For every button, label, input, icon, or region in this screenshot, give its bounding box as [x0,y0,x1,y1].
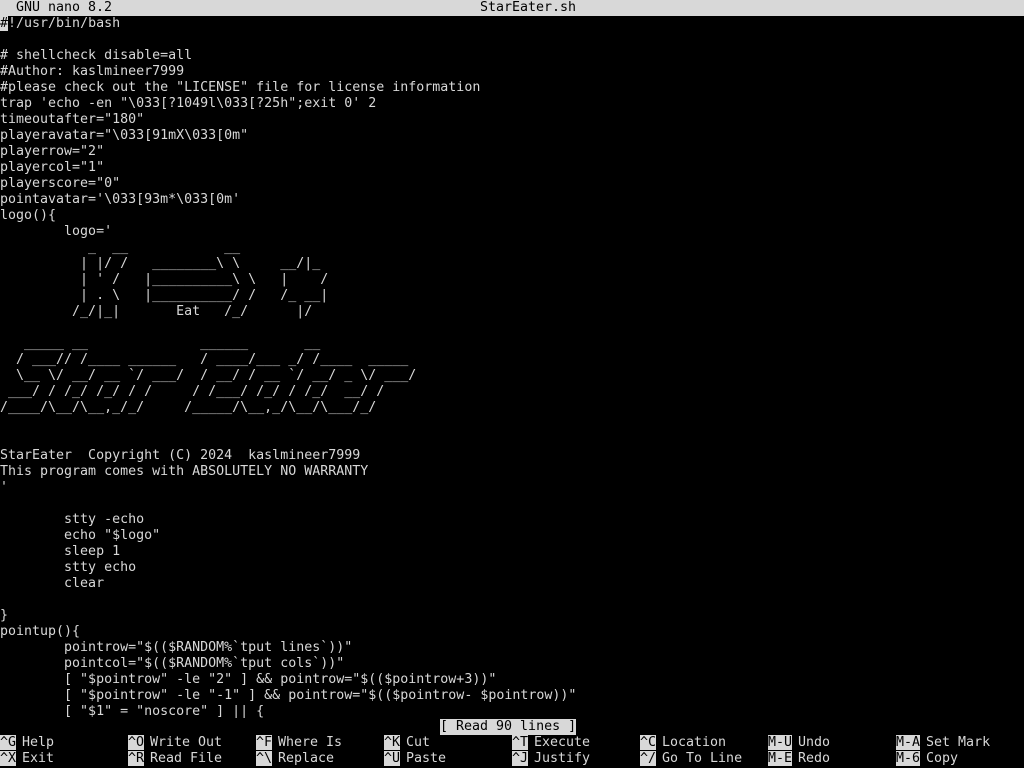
shortcut-key: ^U [384,751,401,766]
code-line[interactable]: #please check out the "LICENSE" file for… [0,80,1024,96]
code-line[interactable]: logo(){ [0,208,1024,224]
shortcut-key: ^/ [640,751,657,766]
shortcut-key: ^T [512,735,529,750]
shortcut-redo[interactable]: M-E Redo [768,751,830,767]
code-line[interactable]: /_/|_| Eat /_/ |/ [0,304,1024,320]
shortcut-key: ^R [128,751,145,766]
code-line[interactable] [0,592,1024,608]
shortcut-label: Location [662,735,727,750]
code-line[interactable]: logo=' [0,224,1024,240]
shortcut-label: Justify [534,751,591,766]
shortcut-cut[interactable]: ^K Cut [384,735,430,751]
code-line[interactable]: [ "$pointrow" -le "2" ] && pointrow="$((… [0,672,1024,688]
code-line[interactable]: pointrow="$(($RANDOM%`tput lines`))" [0,640,1024,656]
file-name: StarEater.sh [479,0,577,15]
code-line[interactable]: | . \ |__________/ / /_ __| [0,288,1024,304]
code-line[interactable]: playeravatar="\033[91mX\033[0m" [0,128,1024,144]
shortcut-go-to-line[interactable]: ^/ Go To Line [640,751,742,767]
code-line[interactable]: sleep 1 [0,544,1024,560]
code-line[interactable]: #!/usr/bin/bash [0,16,1024,32]
shortcut-help[interactable]: ^G Help [0,735,54,751]
code-line[interactable]: _____ __ ______ __ [0,336,1024,352]
shortcut-key: ^K [384,735,401,750]
shortcut-justify[interactable]: ^J Justify [512,751,590,767]
code-line[interactable]: pointcol="$(($RANDOM%`tput cols`))" [0,656,1024,672]
shortcut-key: ^O [128,735,145,750]
code-line[interactable] [0,432,1024,448]
shortcut-label: Paste [406,751,447,766]
code-line[interactable]: #Author: kaslmineer7999 [0,64,1024,80]
shortcut-label: Where Is [278,735,343,750]
code-line[interactable]: \__ \/ __/ __ `/ ___/ / __/ / __ `/ __/ … [0,368,1024,384]
shortcut-label: Replace [278,751,335,766]
text-cursor: # [0,16,9,31]
shortcut-label: Execute [534,735,591,750]
shortcut-label: Copy [926,751,959,766]
shortcut-replace[interactable]: ^\ Replace [256,751,334,767]
code-line[interactable]: playercol="1" [0,160,1024,176]
shortcut-location[interactable]: ^C Location [640,735,726,751]
status-message: [ Read 90 lines ] [440,719,577,735]
shortcut-label: Exit [22,751,55,766]
code-line[interactable]: clear [0,576,1024,592]
shortcut-where-is[interactable]: ^F Where Is [256,735,342,751]
shortcut-label: Help [22,735,55,750]
code-line[interactable]: } [0,608,1024,624]
shortcut-label: Set Mark [926,735,991,750]
code-line[interactable]: stty -echo [0,512,1024,528]
code-line[interactable]: playerrow="2" [0,144,1024,160]
shortcut-write-out[interactable]: ^O Write Out [128,735,222,751]
code-line[interactable]: [ "$1" = "noscore" ] || { [0,704,1024,718]
shortcut-key: ^C [640,735,657,750]
shortcut-key: M-U [768,735,793,750]
nano-title-bar: GNU nano 8.2 StarEater.sh [0,0,1024,16]
shortcut-read-file[interactable]: ^R Read File [128,751,222,767]
shortcut-label: Go To Line [662,751,743,766]
shortcut-key: ^G [0,735,17,750]
code-line[interactable]: # shellcheck disable=all [0,48,1024,64]
code-line[interactable]: stty echo [0,560,1024,576]
code-line[interactable]: ' [0,480,1024,496]
editor-buffer[interactable]: #!/usr/bin/bash # shellcheck disable=all #… [0,16,1024,718]
code-line[interactable]: This program comes with ABSOLUTELY NO WA… [0,464,1024,480]
code-line[interactable]: timeoutafter="180" [0,112,1024,128]
shortcut-exit[interactable]: ^X Exit [0,751,54,767]
shortcut-key: ^F [256,735,273,750]
code-line[interactable]: | ' / |__________\ \ | / [0,272,1024,288]
code-line[interactable] [0,496,1024,512]
shortcut-set-mark[interactable]: M-A Set Mark [896,735,990,751]
shortcut-label: Undo [798,735,831,750]
shortcut-key: M-E [768,751,793,766]
shortcut-key: M-6 [896,751,921,766]
code-line[interactable]: StarEater Copyright (C) 2024 kaslmineer7… [0,448,1024,464]
code-line[interactable]: /____/\__/\__,_/_/ /_____/\__,_/\__/\___… [0,400,1024,416]
code-line-text: !/usr/bin/bash [8,16,121,31]
code-line[interactable]: / ___// /____ ______ / ____/___ _/ /____… [0,352,1024,368]
shortcut-execute[interactable]: ^T Execute [512,735,590,751]
shortcut-label: Redo [798,751,831,766]
shortcut-label: Cut [406,735,431,750]
code-line[interactable] [0,32,1024,48]
shortcut-key: M-A [896,735,921,750]
shortcut-copy[interactable]: M-6 Copy [896,751,958,767]
code-line[interactable]: pointup(){ [0,624,1024,640]
code-line[interactable]: trap 'echo -en "\033[?1049l\033[?25h";ex… [0,96,1024,112]
code-line[interactable]: ___/ / /_/ /_/ / / / /___/ /_/ / /_/ __/… [0,384,1024,400]
code-line[interactable] [0,320,1024,336]
code-line[interactable]: playerscore="0" [0,176,1024,192]
code-line[interactable]: echo "$logo" [0,528,1024,544]
shortcut-undo[interactable]: M-U Undo [768,735,830,751]
code-line[interactable]: _ __ __ [0,240,1024,256]
shortcut-label: Write Out [150,735,223,750]
shortcut-key: ^J [512,751,529,766]
shortcut-label: Read File [150,751,223,766]
shortcut-bar: ^G Help ^O Write Out ^F Where Is ^K Cut ^T Execut… [0,735,1024,768]
code-line[interactable]: pointavatar='\033[93m*\033[0m' [0,192,1024,208]
shortcut-key: ^X [0,751,17,766]
shortcut-paste[interactable]: ^U Paste [384,751,446,767]
shortcut-key: ^\ [256,751,273,766]
code-line[interactable]: | |/ / ________\ \ __/|_ [0,256,1024,272]
code-line[interactable] [0,416,1024,432]
code-line[interactable]: [ "$pointrow" -le "-1" ] && pointrow="$(… [0,688,1024,704]
